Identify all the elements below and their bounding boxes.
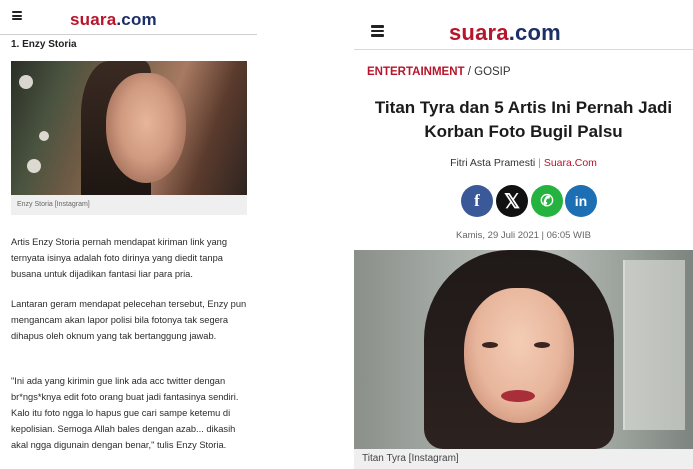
publish-date: Kamis, 29 Juli 2021 | 06:05 WIB <box>455 230 591 241</box>
source-link[interactable]: Suara.Com <box>544 157 597 169</box>
article-photo-titan-tyra <box>354 250 693 449</box>
byline-separator: | <box>535 157 544 169</box>
background-flower <box>27 159 41 173</box>
hamburger-menu-icon[interactable] <box>12 11 22 20</box>
article-paragraph: Artis Enzy Storia pernah mendapat kirima… <box>11 237 227 279</box>
x-icon: 𝕏 <box>503 190 521 213</box>
background-shelf <box>623 260 685 430</box>
photo-eye <box>534 342 550 348</box>
logo-tld: .com <box>508 20 561 45</box>
site-logo[interactable]: suara.com <box>70 10 157 30</box>
left-article-panel: suara.com 1. Enzy Storia Enzy Storia [In… <box>0 0 257 469</box>
linkedin-icon: in <box>574 193 588 209</box>
photo-face <box>464 288 574 423</box>
breadcrumb: ENTERTAINMENT / GOSIP <box>367 66 511 78</box>
logo-brand: suara <box>70 10 117 29</box>
section-title: 1. Enzy Storia <box>11 39 77 50</box>
background-flower <box>39 131 49 141</box>
logo-brand: suara <box>449 20 509 45</box>
whatsapp-share-button[interactable]: ✆ <box>531 185 563 217</box>
breadcrumb-subcategory-link[interactable]: GOSIP <box>474 66 510 78</box>
logo-tld: .com <box>116 10 157 29</box>
photo-eye <box>482 342 498 348</box>
left-header: suara.com <box>0 0 257 35</box>
article-title: Titan Tyra dan 5 Artis Ini Pernah Jadi K… <box>374 98 673 141</box>
article-paragraph: "Ini ada yang kirimin gue link ada acc t… <box>11 376 239 450</box>
photo-caption: Enzy Storia [Instagram] <box>11 195 247 215</box>
site-logo[interactable]: suara.com <box>449 20 561 46</box>
photo-lips <box>501 390 535 402</box>
article-photo-enzy-storia <box>11 61 247 195</box>
breadcrumb-separator: / <box>464 66 475 78</box>
hamburger-menu-icon[interactable] <box>371 25 384 37</box>
x-share-button[interactable]: 𝕏 <box>496 185 528 217</box>
author-name: Fitri Asta Pramesti <box>450 157 536 169</box>
photo-face <box>106 73 186 183</box>
facebook-icon: f <box>474 191 480 210</box>
article-paragraph: Lantaran geram mendapat pelecehan terseb… <box>11 299 247 341</box>
linkedin-share-button[interactable]: in <box>565 185 597 217</box>
right-header: suara.com <box>354 0 693 50</box>
photo-caption: Titan Tyra [Instagram] <box>354 449 693 469</box>
facebook-share-button[interactable]: f <box>461 185 493 217</box>
right-article-panel: suara.com ENTERTAINMENT / GOSIP Titan Ty… <box>354 0 693 469</box>
article-byline: Fitri Asta Pramesti | Suara.Com <box>354 157 693 169</box>
breadcrumb-category-link[interactable]: ENTERTAINMENT <box>367 66 465 78</box>
whatsapp-icon: ✆ <box>540 193 554 210</box>
background-flower <box>19 75 33 89</box>
